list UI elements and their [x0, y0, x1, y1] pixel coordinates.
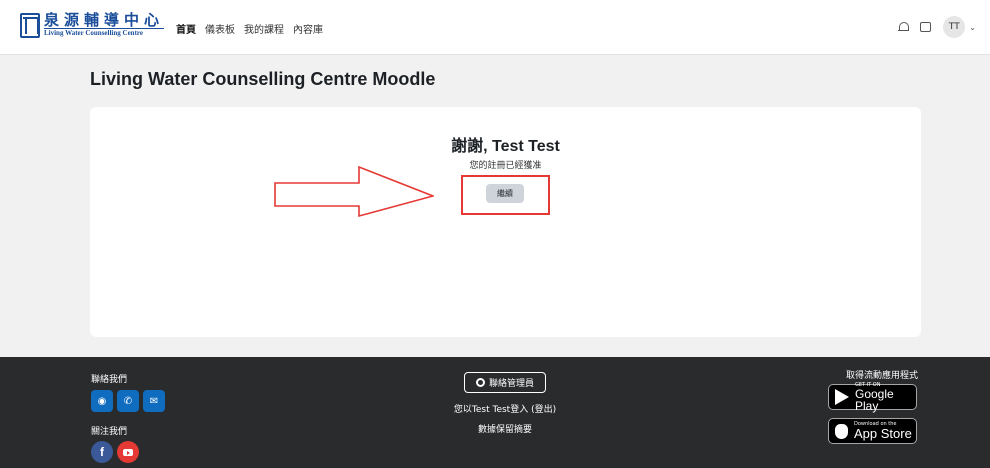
contact-admin-label: 聯絡管理員 — [488, 379, 534, 389]
messages-chat-icon[interactable] — [920, 22, 932, 32]
logo-name-zh: 泉源輔導中心 — [44, 11, 165, 29]
user-avatar[interactable]: TT — [943, 16, 966, 38]
user-menu-chevron-down-icon[interactable]: ⌄ — [969, 23, 976, 32]
app-store-badge[interactable]: Download on the App Store — [828, 418, 917, 444]
annotation-arrow-icon — [274, 166, 434, 218]
logged-in-suffix: 登入 ( — [510, 405, 535, 415]
lifebuoy-icon — [475, 378, 485, 387]
logged-in-prefix: 您以 — [453, 405, 472, 415]
nav-link-content-bank[interactable]: 內容庫 — [293, 21, 323, 36]
app-store-big-text: App Store — [854, 426, 912, 441]
site-logo[interactable]: 泉源輔導中心 Living Water Counselling Centre — [20, 11, 165, 38]
apple-icon — [835, 423, 848, 439]
notifications-bell-icon[interactable] — [898, 21, 910, 33]
youtube-icon[interactable] — [117, 441, 139, 463]
logo-name-en: Living Water Counselling Centre — [44, 29, 143, 37]
logout-link[interactable]: 登出 — [535, 405, 553, 415]
registration-approved-message: 您的註冊已經獲准 — [469, 161, 542, 171]
nav-link-dashboard[interactable]: 儀表板 — [205, 21, 235, 36]
thank-you-heading: 謝謝, Test Test — [451, 138, 560, 155]
google-play-big-text: Google Play — [855, 386, 894, 413]
contact-us-title: 聯絡我們 — [91, 375, 128, 385]
app-store-text: Download on the App Store — [854, 422, 912, 441]
youtube-play-icon — [123, 448, 133, 456]
contact-admin-button[interactable]: 聯絡管理員 — [464, 372, 546, 393]
get-mobile-app-title: 取得流動應用程式 — [845, 371, 918, 381]
profile-link[interactable]: Test Test — [472, 405, 510, 415]
confirmation-card: 謝謝, Test Test 您的註冊已經獲准 繼續 — [90, 107, 921, 337]
facebook-icon[interactable]: f — [91, 441, 113, 463]
user-controls: TT ⌄ — [898, 16, 976, 38]
continue-button[interactable]: 繼續 — [486, 184, 524, 203]
logo-mark-icon — [20, 12, 40, 38]
primary-navigation: 首頁 儀表板 我的課程 內容庫 — [176, 21, 323, 36]
nav-link-home[interactable]: 首頁 — [176, 21, 196, 36]
google-play-text: GET IT ON Google Play — [855, 382, 916, 413]
logged-in-end: ) — [552, 405, 557, 415]
social-buttons: f — [91, 441, 139, 463]
page-title: Living Water Counselling Centre Moodle — [90, 69, 436, 89]
top-navbar: 泉源輔導中心 Living Water Counselling Centre 首… — [0, 0, 990, 55]
google-play-icon — [835, 389, 849, 405]
google-play-badge[interactable]: GET IT ON Google Play — [828, 382, 917, 413]
page-footer: 聯絡我們 ◉ ✆ ✉ 關注我們 f 聯絡管理員 您以Test Test登入 (登… — [0, 357, 990, 468]
nav-link-my-courses[interactable]: 我的課程 — [244, 21, 284, 36]
logo-text: 泉源輔導中心 Living Water Counselling Centre — [44, 11, 165, 38]
annotation-arrow-shape — [274, 166, 434, 218]
